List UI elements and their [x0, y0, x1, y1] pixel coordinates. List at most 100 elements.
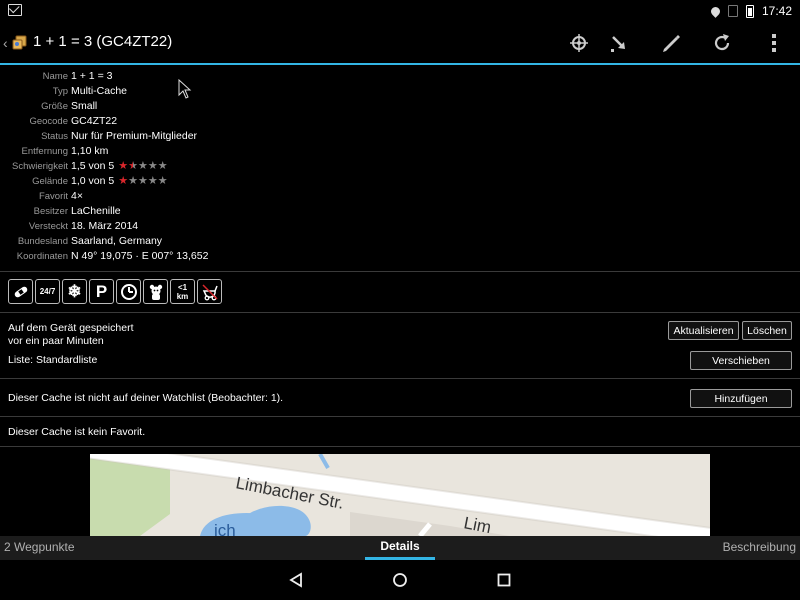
winter-snowflake-icon[interactable]: ❄	[62, 279, 87, 304]
recents-button[interactable]	[494, 570, 514, 590]
detail-row-distance: Entfernung 1,10 km	[0, 144, 800, 159]
detail-value: Nur für Premium-Mitglieder	[71, 130, 198, 142]
detail-value[interactable]: LaChenille	[71, 204, 121, 219]
star-icon: ★	[118, 160, 129, 172]
detail-label: Besitzer	[33, 206, 68, 217]
static-map[interactable]: Limbacher Str. Lim ich	[90, 454, 710, 536]
difficulty-stars: ★ ★ ★ ★ ★	[118, 161, 167, 172]
parking-icon[interactable]: P	[89, 279, 114, 304]
star-icon: ★	[128, 160, 138, 172]
star-icon: ★	[128, 175, 138, 187]
short-hike-icon[interactable]: <1 km	[170, 279, 195, 304]
star-icon: ★	[147, 175, 158, 187]
watchlist-status: Dieser Cache ist nicht auf deiner Watchl…	[8, 392, 284, 404]
star-icon: ★	[137, 175, 148, 187]
pencil-icon	[663, 35, 680, 52]
details-table: Name 1 + 1 = 3 Typ Multi-Cache Größe Sma…	[0, 69, 800, 264]
divider	[0, 378, 800, 379]
back-button[interactable]	[286, 570, 306, 590]
detail-value: 1,0 von 5 ★ ★ ★ ★ ★	[71, 175, 168, 187]
map-drawing: Limbacher Str. Lim ich	[90, 454, 710, 536]
star-icon: ★	[157, 175, 168, 187]
detail-row-owner: Besitzer LaChenille	[0, 204, 800, 219]
detail-value: Saarland, Germany	[71, 235, 163, 247]
detail-value[interactable]: N 49° 19,075 · E 007° 13,652	[71, 249, 208, 264]
star-icon: ★	[157, 160, 168, 172]
kid-friendly-icon[interactable]	[143, 279, 168, 304]
overflow-menu-button[interactable]	[761, 30, 787, 56]
home-button[interactable]	[390, 570, 410, 590]
status-bar: 17:42	[0, 0, 800, 22]
detail-value: 18. März 2014	[71, 220, 139, 232]
more-vert-icon	[772, 34, 776, 52]
detail-label: Status	[41, 131, 68, 142]
detail-value: Small	[71, 100, 98, 112]
clock: 17:42	[761, 4, 792, 18]
detail-value: 4×	[71, 190, 83, 202]
detail-row-terrain: Gelände 1,0 von 5 ★ ★ ★ ★ ★	[0, 174, 800, 189]
compass-icon	[570, 34, 588, 52]
home-circle-icon	[393, 573, 407, 587]
tab-description[interactable]: Beschreibung	[723, 540, 796, 554]
detail-label: Gelände	[32, 176, 68, 187]
detail-row-difficulty: Schwierigkeit 1,5 von 5 ★ ★ ★ ★ ★	[0, 159, 800, 174]
move-button[interactable]: Verschieben	[690, 351, 792, 370]
terrain-stars: ★ ★ ★ ★ ★	[118, 176, 167, 187]
divider	[0, 312, 800, 313]
detail-label: Favorit	[38, 191, 68, 202]
detail-label: Größe	[41, 101, 68, 112]
detail-value: 1,10 km	[71, 145, 109, 157]
detail-row-favorite: Favorit 4×	[0, 189, 800, 204]
recents-square-icon	[497, 573, 511, 587]
time-clock-icon[interactable]	[116, 279, 141, 304]
bandage-icon[interactable]	[8, 279, 33, 304]
tab-bar: 2 Wegpunkte Details Beschreibung	[0, 536, 800, 560]
detail-label: Geocode	[29, 116, 68, 127]
detail-label: Schwierigkeit	[12, 161, 68, 172]
detail-row-hidden: Versteckt 18. März 2014	[0, 219, 800, 234]
refresh-cache-button[interactable]: Aktualisieren	[668, 321, 739, 340]
available-24-7-icon[interactable]: 24/7	[35, 279, 60, 304]
up-navigation-icon[interactable]: ‹	[3, 36, 8, 50]
detail-value: Multi-Cache	[71, 85, 128, 97]
star-icon: ★	[137, 160, 148, 172]
tab-details[interactable]: Details	[365, 539, 435, 553]
detail-row-type: Typ Multi-Cache	[0, 84, 800, 99]
detail-value[interactable]: GC4ZT22	[71, 114, 117, 129]
stroller-icon[interactable]	[197, 279, 222, 304]
detail-row-geocode: Geocode GC4ZT22	[0, 114, 800, 129]
detail-row-state: Bundesland Saarland, Germany	[0, 234, 800, 249]
detail-value: 1,5 von 5 ★ ★ ★ ★ ★	[71, 160, 168, 172]
star-icon: ★	[118, 175, 129, 187]
detail-row-size: Größe Small	[0, 99, 800, 114]
multi-cache-icon[interactable]	[12, 34, 28, 50]
tab-waypoints[interactable]: 2 Wegpunkte	[4, 540, 75, 554]
gmail-notification-icon	[8, 4, 22, 16]
page-title: 1 + 1 = 3 (GC4ZT22)	[33, 33, 173, 50]
navigate-arrow-icon	[611, 36, 625, 52]
battery-icon	[745, 4, 754, 18]
detail-value[interactable]: 1 + 1 = 3	[71, 69, 112, 84]
refresh-icon	[714, 34, 730, 51]
detail-label: Name	[42, 71, 68, 82]
storage-time: vor ein paar Minuten	[8, 335, 104, 347]
compass-button[interactable]	[566, 30, 592, 56]
detail-label: Koordinaten	[16, 251, 68, 262]
back-triangle-icon	[289, 572, 302, 588]
divider	[0, 271, 800, 272]
mouse-cursor-icon	[178, 79, 192, 99]
map-street-label-2: Lim	[462, 513, 493, 536]
divider	[0, 416, 800, 417]
favorite-status: Dieser Cache ist kein Favorit.	[8, 426, 146, 438]
detail-label: Typ	[52, 86, 68, 97]
location-icon	[709, 4, 722, 18]
delete-button[interactable]: Löschen	[742, 321, 792, 340]
map-water-label: ich	[214, 521, 236, 536]
system-navigation-bar	[0, 560, 800, 600]
refresh-button[interactable]	[709, 30, 735, 56]
star-icon: ★	[147, 160, 158, 172]
navigate-button[interactable]	[606, 30, 632, 56]
action-bar: ‹ 1 + 1 = 3 (GC4ZT22)	[0, 22, 800, 65]
edit-button[interactable]	[657, 30, 683, 56]
add-to-watchlist-button[interactable]: Hinzufügen	[690, 389, 792, 408]
